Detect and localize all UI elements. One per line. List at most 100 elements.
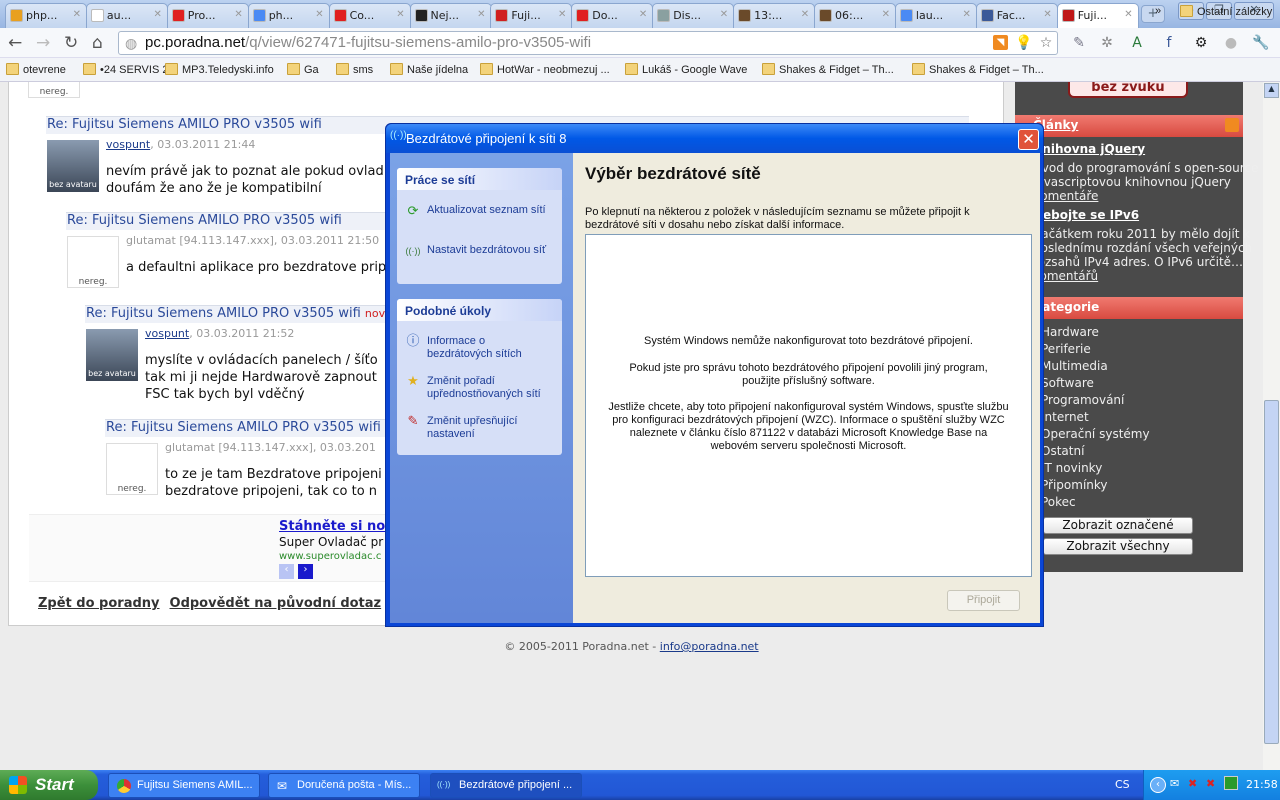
taskbar-item-wireless[interactable]: ((·)) Bezdrátové připojení ... bbox=[430, 773, 582, 798]
start-button[interactable]: Start bbox=[0, 770, 98, 800]
bookmark-star-icon[interactable]: ☆ bbox=[1037, 34, 1055, 52]
tab-close-icon[interactable]: ✕ bbox=[801, 9, 809, 20]
tab[interactable]: Nej... ✕ bbox=[409, 3, 492, 28]
category-link[interactable]: Připomínky bbox=[1041, 478, 1108, 492]
other-bookmarks-folder[interactable]: Ostatní záložky bbox=[1180, 5, 1272, 18]
tab[interactable]: Pro... ✕ bbox=[166, 3, 249, 28]
tab-close-icon[interactable]: ✕ bbox=[396, 9, 404, 20]
network-list[interactable]: Systém Windows nemůže nakonfigurovat tot… bbox=[585, 234, 1032, 577]
language-indicator[interactable]: CS bbox=[1115, 778, 1130, 791]
category-link[interactable]: Operační systémy bbox=[1041, 427, 1150, 441]
footer-email-link[interactable]: info@poradna.net bbox=[660, 640, 759, 653]
show-marked-button[interactable]: Zobrazit označené bbox=[1043, 517, 1193, 534]
tab[interactable]: 13:... ✕ bbox=[733, 3, 816, 28]
tab-close-icon[interactable]: ✕ bbox=[477, 9, 485, 20]
dialog-close-button[interactable]: ✕ bbox=[1018, 129, 1039, 150]
articles-header[interactable]: Články bbox=[1015, 115, 1243, 137]
tab[interactable]: au... ✕ bbox=[85, 3, 168, 28]
tab-close-icon[interactable]: ✕ bbox=[1124, 9, 1132, 20]
reply-original-link[interactable]: Odpovědět na původní dotaz bbox=[170, 596, 382, 611]
ad-next-button[interactable]: › bbox=[298, 564, 313, 579]
bookmark[interactable]: Lukáš - Google Wave bbox=[625, 63, 747, 76]
tab-close-icon[interactable]: ✕ bbox=[558, 9, 566, 20]
globe-extension-icon[interactable]: ● bbox=[1222, 34, 1240, 52]
tab[interactable]: php... ✕ bbox=[5, 3, 87, 28]
network-disconnected-icon[interactable]: ✖ bbox=[1188, 777, 1197, 790]
category-link[interactable]: Pokec bbox=[1041, 495, 1076, 509]
author-link[interactable]: vospunt bbox=[145, 327, 189, 340]
tab[interactable]: lau... ✕ bbox=[894, 3, 977, 28]
rss-icon[interactable] bbox=[1225, 118, 1239, 132]
tab-close-icon[interactable]: ✕ bbox=[639, 9, 647, 20]
translate-icon[interactable]: A bbox=[1128, 34, 1146, 52]
sound-toggle-button[interactable]: bez zvuku bbox=[1068, 82, 1188, 98]
clock[interactable]: 21:58 bbox=[1246, 778, 1278, 791]
refresh-network-list-link[interactable]: Aktualizovat seznam sítí bbox=[427, 204, 546, 217]
ad-url[interactable]: www.superovladac.c bbox=[279, 551, 381, 562]
bookmark[interactable]: Shakes & Fidget – Th... bbox=[912, 63, 1044, 76]
tab[interactable]: 06:... ✕ bbox=[814, 3, 896, 28]
address-bar[interactable]: ◍ pc.poradna.net/q/view/627471-fujitsu-s… bbox=[118, 31, 1058, 55]
bookmark[interactable]: Ga bbox=[287, 63, 319, 76]
tab-close-icon[interactable]: ✕ bbox=[1043, 9, 1051, 20]
category-link[interactable]: Periferie bbox=[1041, 342, 1091, 356]
category-link[interactable]: Hardware bbox=[1041, 325, 1099, 339]
taskbar-item-chrome[interactable]: Fujitsu Siemens AMIL... bbox=[108, 773, 260, 798]
show-hidden-icons-button[interactable]: ‹ bbox=[1150, 777, 1166, 793]
tab-close-icon[interactable]: ✕ bbox=[234, 9, 242, 20]
category-link[interactable]: Ostatní bbox=[1041, 444, 1084, 458]
ad-title-link[interactable]: Stáhněte si nové bbox=[279, 519, 402, 534]
category-link[interactable]: Programování bbox=[1041, 393, 1124, 407]
connect-button[interactable]: Připojit bbox=[947, 590, 1020, 611]
advanced-settings-link[interactable]: Změnit upřesňující nastavení bbox=[427, 415, 537, 441]
reload-button[interactable]: ↻ bbox=[64, 33, 78, 53]
new-tab-button[interactable]: + bbox=[1141, 5, 1165, 23]
scrollbar-thumb[interactable] bbox=[1264, 400, 1279, 744]
facebook-icon[interactable]: f bbox=[1160, 34, 1178, 52]
tab-close-icon[interactable]: ✕ bbox=[963, 9, 971, 20]
wrench-icon[interactable]: 🔧 bbox=[1252, 34, 1270, 52]
setup-wireless-link[interactable]: Nastavit bezdrátovou síť bbox=[427, 244, 546, 257]
scroll-up-button[interactable]: ▲ bbox=[1264, 83, 1279, 98]
article-title-link[interactable]: Knihovna jQuery bbox=[1033, 142, 1145, 156]
tab[interactable]: Fac... ✕ bbox=[975, 3, 1058, 28]
forward-button[interactable]: → bbox=[36, 33, 50, 53]
vertical-scrollbar[interactable]: ▲ bbox=[1263, 82, 1280, 770]
tab-close-icon[interactable]: ✕ bbox=[154, 9, 162, 20]
rss-icon[interactable]: ◥ bbox=[993, 35, 1008, 50]
bookmark[interactable]: Naše jídelna bbox=[390, 63, 468, 76]
bookmark[interactable]: Shakes & Fidget – Th... bbox=[762, 63, 894, 76]
tab[interactable]: ph... ✕ bbox=[247, 3, 330, 28]
bookmark[interactable]: sms bbox=[336, 63, 373, 76]
lightbulb-icon[interactable]: 💡 bbox=[1015, 34, 1033, 52]
tab[interactable]: Fuji... ✕ bbox=[1056, 3, 1139, 29]
bookmarks-overflow-button[interactable]: » bbox=[1155, 5, 1161, 17]
tab[interactable]: Co... ✕ bbox=[328, 3, 411, 28]
bookmark[interactable]: HotWar - neobmezuj ... bbox=[480, 63, 610, 76]
tab[interactable]: Fuji... ✕ bbox=[490, 3, 573, 28]
bookmark[interactable]: •24 SERVIS 24 bbox=[83, 63, 175, 76]
settings-icon[interactable]: ⚙ bbox=[1192, 34, 1210, 52]
taskbar-item-mail[interactable]: ✉ Doručená pošta - Mís... bbox=[268, 773, 420, 798]
wireless-disconnected-icon[interactable]: ✖ bbox=[1206, 777, 1215, 790]
tab-close-icon[interactable]: ✕ bbox=[315, 9, 323, 20]
notes-extension-icon[interactable]: ✎ bbox=[1070, 34, 1088, 52]
dialog-titlebar[interactable]: ((·)) Bezdrátové připojení k síti 8 bbox=[386, 124, 1043, 153]
category-link[interactable]: Internet bbox=[1041, 410, 1089, 424]
category-link[interactable]: Software bbox=[1041, 376, 1094, 390]
lan-icon[interactable] bbox=[1224, 776, 1238, 790]
back-button[interactable]: ← bbox=[8, 33, 22, 53]
tab-close-icon[interactable]: ✕ bbox=[73, 9, 81, 20]
category-link[interactable]: Multimedia bbox=[1041, 359, 1108, 373]
article-title-link[interactable]: Nebojte se IPv6 bbox=[1033, 208, 1139, 222]
mail-tray-icon[interactable]: ✉ bbox=[1170, 777, 1179, 790]
gear-extension-icon[interactable]: ✲ bbox=[1098, 34, 1116, 52]
tab-close-icon[interactable]: ✕ bbox=[882, 9, 890, 20]
wireless-info-link[interactable]: Informace o bezdrátových sítích bbox=[427, 335, 552, 361]
tab[interactable]: Do... ✕ bbox=[571, 3, 654, 28]
show-all-button[interactable]: Zobrazit všechny bbox=[1043, 538, 1193, 555]
tab-close-icon[interactable]: ✕ bbox=[720, 9, 728, 20]
author-link[interactable]: vospunt bbox=[106, 138, 150, 151]
home-button[interactable]: ⌂ bbox=[92, 33, 103, 53]
tab[interactable]: Dis... ✕ bbox=[652, 3, 735, 28]
